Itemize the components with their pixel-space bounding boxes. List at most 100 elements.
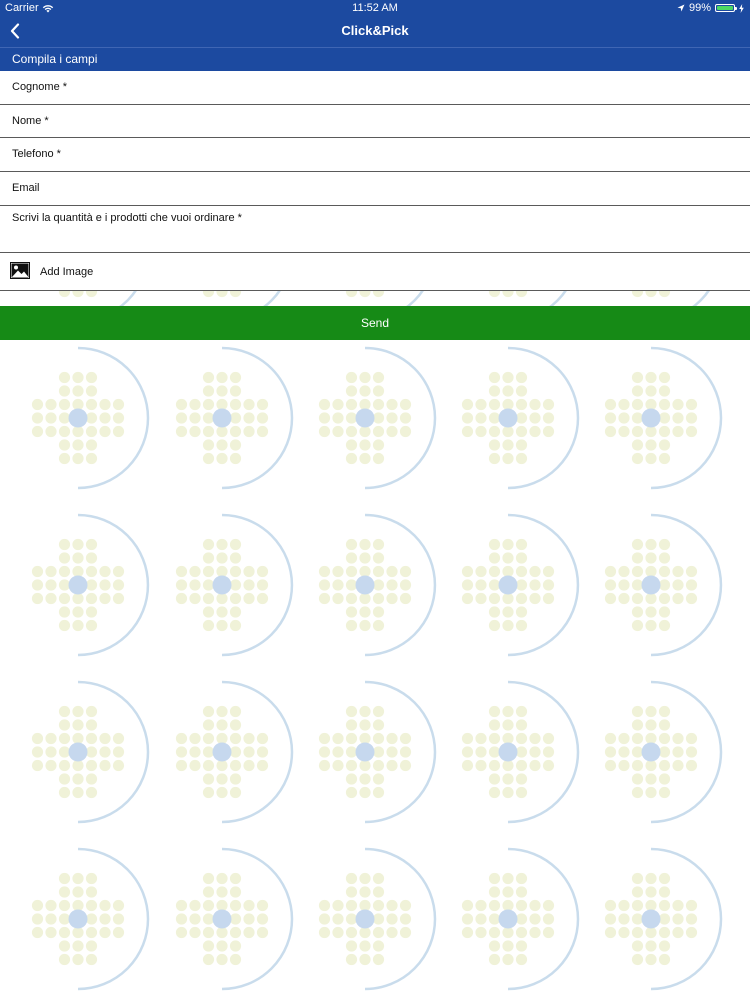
pattern-dot — [631, 398, 644, 411]
pattern-dot — [386, 425, 398, 438]
pattern-dot — [542, 425, 555, 438]
pattern-dot — [99, 759, 111, 772]
pattern-dot — [243, 732, 255, 745]
pattern-dot — [202, 913, 215, 925]
pattern-dot — [99, 926, 111, 939]
send-button[interactable]: Send — [0, 306, 750, 340]
pattern-dot — [372, 719, 385, 731]
pattern-dot — [243, 746, 255, 758]
pattern-dot — [85, 759, 98, 772]
pattern-center — [355, 742, 375, 762]
nome-label: Nome * — [12, 115, 49, 127]
pattern-dot — [58, 385, 71, 397]
pattern-dot — [72, 872, 84, 885]
email-field[interactable]: Email — [0, 172, 750, 206]
pattern-motif — [318, 346, 437, 490]
pattern-dot — [229, 940, 242, 952]
pattern-dot — [85, 940, 98, 952]
nome-field[interactable]: Nome * — [0, 105, 750, 138]
pattern-dot — [631, 886, 644, 898]
pattern-dot — [685, 565, 698, 578]
pattern-dot — [345, 412, 358, 424]
pattern-dot — [645, 773, 657, 785]
pattern-dot — [372, 592, 385, 605]
pattern-dot — [345, 425, 358, 438]
charging-bolt-icon — [739, 3, 744, 13]
pattern-dot — [243, 565, 255, 578]
pattern-dot — [216, 439, 228, 451]
pattern-motif — [31, 513, 150, 657]
pattern-dot — [488, 385, 501, 397]
pattern-dot — [202, 786, 215, 799]
pattern-dot — [502, 619, 514, 632]
pattern-dot — [631, 552, 644, 564]
pattern-dot — [345, 732, 358, 745]
pattern-dot — [529, 732, 541, 745]
pattern-dot — [45, 899, 57, 912]
pattern-dot — [515, 746, 528, 758]
pattern-dot — [475, 565, 487, 578]
pattern-dot — [488, 899, 501, 912]
pattern-dot — [515, 940, 528, 952]
pattern-dot — [488, 940, 501, 952]
pattern-dot — [529, 926, 541, 939]
pattern-dot — [58, 425, 71, 438]
pattern-dot — [85, 398, 98, 411]
pattern-dot — [202, 398, 215, 411]
pattern-dot — [488, 759, 501, 772]
pattern-dot — [72, 940, 84, 952]
pattern-dot — [85, 732, 98, 745]
pattern-dot — [475, 926, 487, 939]
pattern-dot — [542, 412, 555, 424]
pattern-dot — [345, 899, 358, 912]
pattern-dot — [345, 552, 358, 564]
order-details-field[interactable]: Scrivi la quantità e i prodotti che vuoi… — [0, 206, 750, 253]
pattern-dot — [475, 759, 487, 772]
pattern-dot — [85, 439, 98, 451]
pattern-dot — [618, 913, 630, 925]
pattern-dot — [345, 886, 358, 898]
pattern-dot — [229, 705, 242, 718]
pattern-dot — [85, 913, 98, 925]
pattern-dot — [229, 412, 242, 424]
pattern-dot — [99, 579, 111, 591]
pattern-motif — [461, 847, 580, 991]
pattern-dot — [645, 886, 657, 898]
pattern-dot — [386, 926, 398, 939]
pattern-motif — [461, 513, 580, 657]
pattern-dot — [672, 425, 684, 438]
pattern-motif — [175, 346, 294, 490]
pattern-dot — [386, 412, 398, 424]
add-image-button[interactable]: Add Image — [0, 253, 750, 291]
pattern-dot — [229, 425, 242, 438]
cognome-field[interactable]: Cognome * — [0, 71, 750, 105]
pattern-dot — [332, 759, 344, 772]
pattern-center — [355, 909, 375, 929]
pattern-dot — [658, 398, 671, 411]
pattern-dot — [618, 579, 630, 591]
pattern-dot — [631, 732, 644, 745]
pattern-dot — [372, 899, 385, 912]
send-label: Send — [360, 316, 390, 330]
pattern-dot — [202, 773, 215, 785]
pattern-dot — [229, 913, 242, 925]
pattern-dot — [175, 425, 188, 438]
pattern-dot — [31, 579, 44, 591]
pattern-dot — [359, 565, 371, 578]
pattern-motif — [31, 847, 150, 991]
pattern-motif — [604, 513, 723, 657]
pattern-dot — [216, 705, 228, 718]
pattern-dot — [216, 606, 228, 618]
pattern-dot — [399, 565, 412, 578]
pattern-dot — [631, 786, 644, 799]
pattern-dot — [345, 926, 358, 939]
pattern-dot — [318, 579, 331, 591]
pattern-dot — [488, 398, 501, 411]
pattern-dot — [229, 579, 242, 591]
pattern-dot — [318, 899, 331, 912]
pattern-dot — [58, 538, 71, 551]
telefono-field[interactable]: Telefono * — [0, 138, 750, 172]
pattern-dot — [359, 425, 371, 438]
pattern-dot — [112, 759, 125, 772]
pattern-dot — [645, 552, 657, 564]
